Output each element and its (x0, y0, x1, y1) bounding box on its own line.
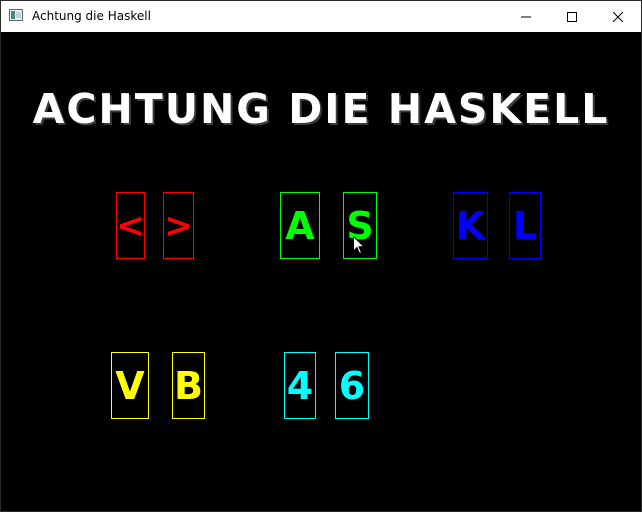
player-5-left-key: 4 (284, 352, 316, 419)
minimize-icon (521, 16, 531, 17)
player-4-right-key: B (172, 352, 205, 419)
player-3-right-key-label: L (512, 203, 538, 248)
close-icon (613, 11, 623, 22)
maximize-icon (567, 11, 577, 22)
player-4-left-key: V (111, 352, 149, 419)
player-4-right-key-label: B (173, 363, 204, 408)
title-bar[interactable]: Achtung die Haskell (1, 1, 641, 32)
maximize-button[interactable] (549, 1, 595, 32)
game-canvas[interactable]: ACHTUNG DIE HASKELL < > A S K L V B 4 6 (1, 32, 641, 511)
minimize-button[interactable] (503, 1, 549, 32)
window-title: Achtung die Haskell (32, 9, 151, 23)
player-5-left-key-label: 4 (286, 363, 314, 408)
game-title: ACHTUNG DIE HASKELL (31, 84, 610, 135)
player-1-left-key-label: < (115, 205, 145, 246)
player-1-right-key: > (163, 192, 194, 259)
player-2-left-key-label: A (284, 203, 315, 248)
player-5-right-key-label: 6 (338, 363, 366, 408)
player-5-right-key: 6 (335, 352, 369, 419)
mouse-pointer-icon (353, 236, 365, 255)
player-1-right-key-label: > (163, 205, 193, 246)
player-2-left-key: A (280, 192, 320, 259)
app-window-icon (9, 9, 23, 21)
player-3-left-key-label: K (455, 203, 486, 248)
player-3-right-key: L (509, 192, 541, 259)
close-button[interactable] (595, 1, 641, 32)
player-3-left-key: K (453, 192, 488, 259)
app-window: Achtung die Haskell ACHTUNG DIE HASKELL … (0, 0, 642, 512)
player-4-left-key-label: V (114, 363, 145, 408)
player-1-left-key: < (115, 192, 146, 259)
